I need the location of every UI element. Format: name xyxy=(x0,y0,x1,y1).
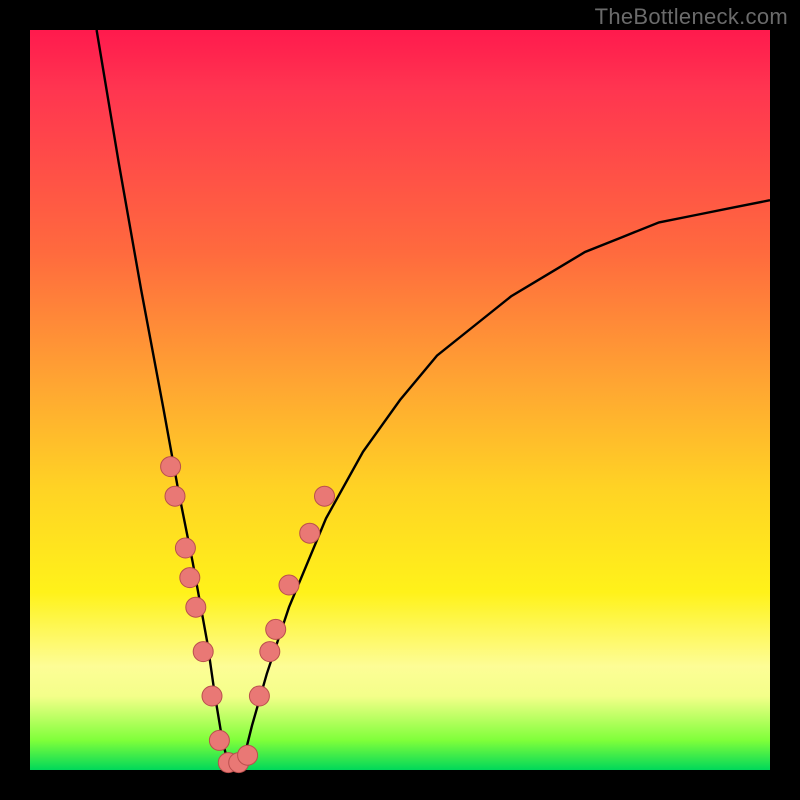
marker-dot xyxy=(165,486,185,506)
bottleneck-curve-svg xyxy=(30,30,770,770)
marker-dot xyxy=(279,575,299,595)
marker-dot xyxy=(175,538,195,558)
marker-dot xyxy=(209,730,229,750)
marker-dot xyxy=(193,642,213,662)
chart-frame: TheBottleneck.com xyxy=(0,0,800,800)
marker-group xyxy=(161,457,335,773)
marker-dot xyxy=(249,686,269,706)
marker-dot xyxy=(238,745,258,765)
plot-area xyxy=(30,30,770,770)
marker-dot xyxy=(180,568,200,588)
marker-dot xyxy=(315,486,335,506)
watermark-text: TheBottleneck.com xyxy=(595,4,788,30)
marker-dot xyxy=(300,523,320,543)
marker-dot xyxy=(266,619,286,639)
marker-dot xyxy=(202,686,222,706)
marker-dot xyxy=(186,597,206,617)
marker-dot xyxy=(161,457,181,477)
marker-dot xyxy=(260,642,280,662)
